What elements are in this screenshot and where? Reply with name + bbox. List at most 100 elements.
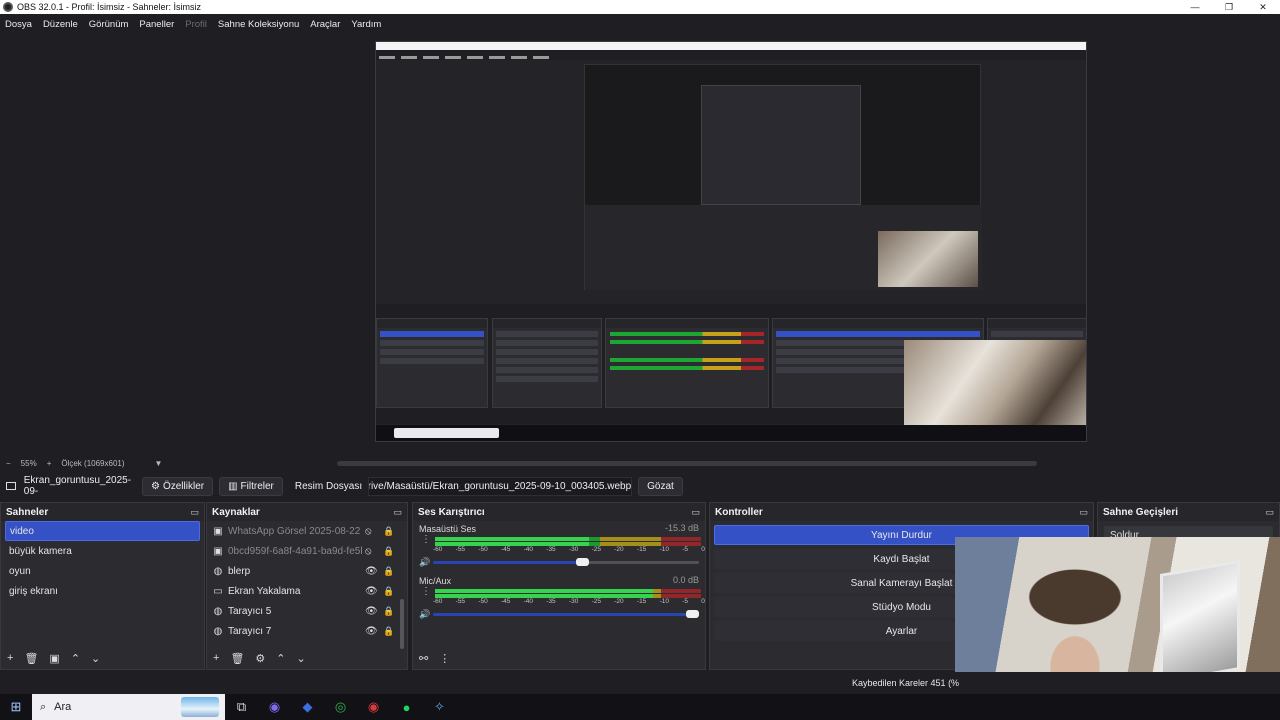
source-item[interactable]: ◍ Tarayıcı 5 👁 🔒 bbox=[207, 601, 407, 621]
hidden-eye-icon[interactable]: ⦸ bbox=[365, 546, 372, 557]
volume-slider-knob[interactable] bbox=[575, 558, 589, 566]
image-source-icon: ▣ bbox=[213, 525, 223, 537]
undock-icon[interactable]: ▭ bbox=[691, 507, 700, 518]
menu-sahne-koleksiyonu[interactable]: Sahne Koleksiyonu bbox=[218, 19, 299, 30]
minimize-button[interactable]: — bbox=[1178, 0, 1212, 14]
lock-icon[interactable]: 🔒 bbox=[383, 606, 394, 617]
browser-source-icon: ◍ bbox=[213, 625, 223, 637]
source-item[interactable]: ▣ 0bcd959f-6a8f-4a91-ba9d-fe5b9e4 ⦸ 🔒 bbox=[207, 541, 407, 561]
eye-icon[interactable]: 👁 bbox=[365, 586, 378, 597]
menu-profil[interactable]: Profil bbox=[185, 19, 207, 30]
volume-slider[interactable] bbox=[433, 558, 699, 566]
window-title: OBS 32.0.1 - Profil: İsimsiz - Sahneler:… bbox=[17, 2, 202, 12]
speaker-icon[interactable]: 🔊 bbox=[419, 557, 430, 568]
filter-icon: ▥ bbox=[228, 480, 238, 492]
menu-paneller[interactable]: Paneller bbox=[139, 19, 174, 30]
source-name: Tarayıcı 7 bbox=[228, 625, 272, 637]
zoom-out-button[interactable]: − bbox=[6, 459, 11, 468]
app-tray-icon[interactable]: ✧ bbox=[423, 699, 456, 715]
lock-icon[interactable]: 🔒 bbox=[383, 526, 394, 537]
undock-icon[interactable]: ▭ bbox=[1079, 507, 1088, 518]
move-scene-up-button[interactable]: ⌃ bbox=[71, 652, 80, 665]
app-blue-icon[interactable]: ◆ bbox=[291, 699, 324, 715]
undock-icon[interactable]: ▭ bbox=[1265, 507, 1274, 518]
task-view-icon[interactable]: ⧉ bbox=[225, 699, 258, 715]
preview-area[interactable] bbox=[0, 34, 1280, 454]
scene-item-giris-ekrani[interactable]: giriş ekranı bbox=[5, 581, 200, 601]
browse-button[interactable]: Gözat bbox=[638, 476, 683, 496]
hidden-eye-icon[interactable]: ⦸ bbox=[365, 526, 372, 537]
menu-gorunum[interactable]: Görünüm bbox=[89, 19, 129, 30]
scene-item-oyun[interactable]: oyun bbox=[5, 561, 200, 581]
image-file-path-field[interactable]: OneDrive/Masaüstü/Ekran_goruntusu_2025-0… bbox=[368, 476, 633, 496]
zoom-in-button[interactable]: + bbox=[47, 459, 52, 468]
eye-icon[interactable]: 👁 bbox=[365, 626, 378, 637]
move-source-up-button[interactable]: ⌃ bbox=[276, 652, 285, 665]
add-source-button[interactable]: + bbox=[213, 652, 219, 664]
speaker-icon[interactable]: 🔊 bbox=[419, 609, 430, 620]
scale-tick: -5 bbox=[682, 546, 688, 553]
menu-araclar[interactable]: Araçlar bbox=[310, 19, 340, 30]
maximize-button[interactable]: ❐ bbox=[1212, 0, 1246, 14]
mixer-menu-button[interactable]: ⋮ bbox=[439, 652, 450, 665]
channel-menu-icon[interactable]: ⋮ bbox=[421, 535, 431, 545]
chrome-icon[interactable]: ◎ bbox=[324, 699, 357, 715]
scale-tick: -40 bbox=[523, 598, 534, 605]
undock-icon[interactable]: ▭ bbox=[190, 507, 199, 518]
move-source-down-button[interactable]: ⌄ bbox=[297, 652, 306, 665]
scale-tick: -60 bbox=[433, 598, 443, 605]
spotify-icon[interactable]: ● bbox=[390, 700, 423, 715]
taskbar-search[interactable]: ⌕ Ara bbox=[32, 694, 225, 720]
dropped-frames-status: Kaybedilen Kareler 451 (% bbox=[852, 678, 960, 688]
monitor-capture-icon: ▭ bbox=[213, 585, 223, 597]
scale-mode[interactable]: Ölçek (1069x601) bbox=[61, 459, 124, 468]
obs-logo-icon bbox=[3, 2, 13, 12]
eye-icon[interactable]: 👁 bbox=[365, 566, 378, 577]
image-source-icon bbox=[6, 482, 16, 490]
zoom-row: − 55% + Ölçek (1069x601) ▼ bbox=[0, 454, 1280, 472]
source-item[interactable]: ◍ Tarayıcı 7 👁 🔒 bbox=[207, 621, 407, 641]
scale-tick: -15 bbox=[636, 546, 647, 553]
advanced-audio-button[interactable]: ⚯ bbox=[419, 652, 428, 665]
lock-icon[interactable]: 🔒 bbox=[383, 546, 394, 557]
menu-dosya[interactable]: Dosya bbox=[5, 19, 32, 30]
source-item[interactable]: ◍ blerp 👁 🔒 bbox=[207, 561, 407, 581]
mixer-channel: Masaüstü Ses -15.3 dB ⋮ -60 -55 -50 -45 -40-… bbox=[413, 521, 705, 573]
scale-dropdown-icon[interactable]: ▼ bbox=[155, 459, 163, 468]
preview-horizontal-scrollbar[interactable] bbox=[337, 461, 1037, 466]
filters-button[interactable]: ▥ Filtreler bbox=[219, 476, 283, 496]
scale-tick: -5 bbox=[682, 598, 688, 605]
scene-filters-button[interactable]: ▣ bbox=[49, 652, 59, 665]
volume-slider[interactable] bbox=[433, 610, 699, 618]
remove-source-button[interactable]: 🗑 bbox=[230, 652, 244, 665]
add-scene-button[interactable]: + bbox=[7, 652, 13, 664]
menu-duzenle[interactable]: Düzenle bbox=[43, 19, 78, 30]
lock-icon[interactable]: 🔒 bbox=[383, 566, 394, 577]
remove-scene-button[interactable]: 🗑 bbox=[24, 652, 38, 665]
source-item[interactable]: ▭ Ekran Yakalama 👁 🔒 bbox=[207, 581, 407, 601]
filters-label: Filtreler bbox=[240, 480, 274, 492]
menu-yardim[interactable]: Yardım bbox=[351, 19, 381, 30]
scene-item-buyuk-kamera[interactable]: büyük kamera bbox=[5, 541, 200, 561]
source-properties-button[interactable]: ⚙ bbox=[255, 652, 265, 665]
close-button[interactable]: ✕ bbox=[1246, 0, 1280, 14]
undock-icon[interactable]: ▭ bbox=[393, 507, 402, 518]
obs-icon[interactable]: ◉ bbox=[357, 699, 390, 715]
nested-screen-capture bbox=[584, 64, 982, 290]
preview-canvas[interactable] bbox=[375, 41, 1087, 442]
scale-tick: -30 bbox=[568, 598, 579, 605]
windows-start-icon[interactable]: ⊞ bbox=[0, 699, 32, 715]
move-scene-down-button[interactable]: ⌄ bbox=[91, 652, 100, 665]
lock-icon[interactable]: 🔒 bbox=[383, 626, 394, 637]
lock-icon[interactable]: 🔒 bbox=[383, 586, 394, 597]
source-item[interactable]: ▣ WhatsApp Görsel 2025-08-22 saat ⦸ 🔒 bbox=[207, 521, 407, 541]
volume-slider-knob[interactable] bbox=[686, 610, 699, 618]
channel-menu-icon[interactable]: ⋮ bbox=[421, 587, 431, 597]
sources-scrollbar[interactable] bbox=[400, 599, 404, 649]
scene-item-video[interactable]: video bbox=[5, 521, 200, 541]
sources-header: Kaynaklar ▭ bbox=[207, 503, 407, 521]
properties-button[interactable]: ⚙ Özellikler bbox=[142, 476, 214, 496]
webcam-window-background bbox=[1160, 559, 1240, 685]
discord-icon[interactable]: ◉ bbox=[258, 699, 291, 715]
eye-icon[interactable]: 👁 bbox=[365, 606, 378, 617]
